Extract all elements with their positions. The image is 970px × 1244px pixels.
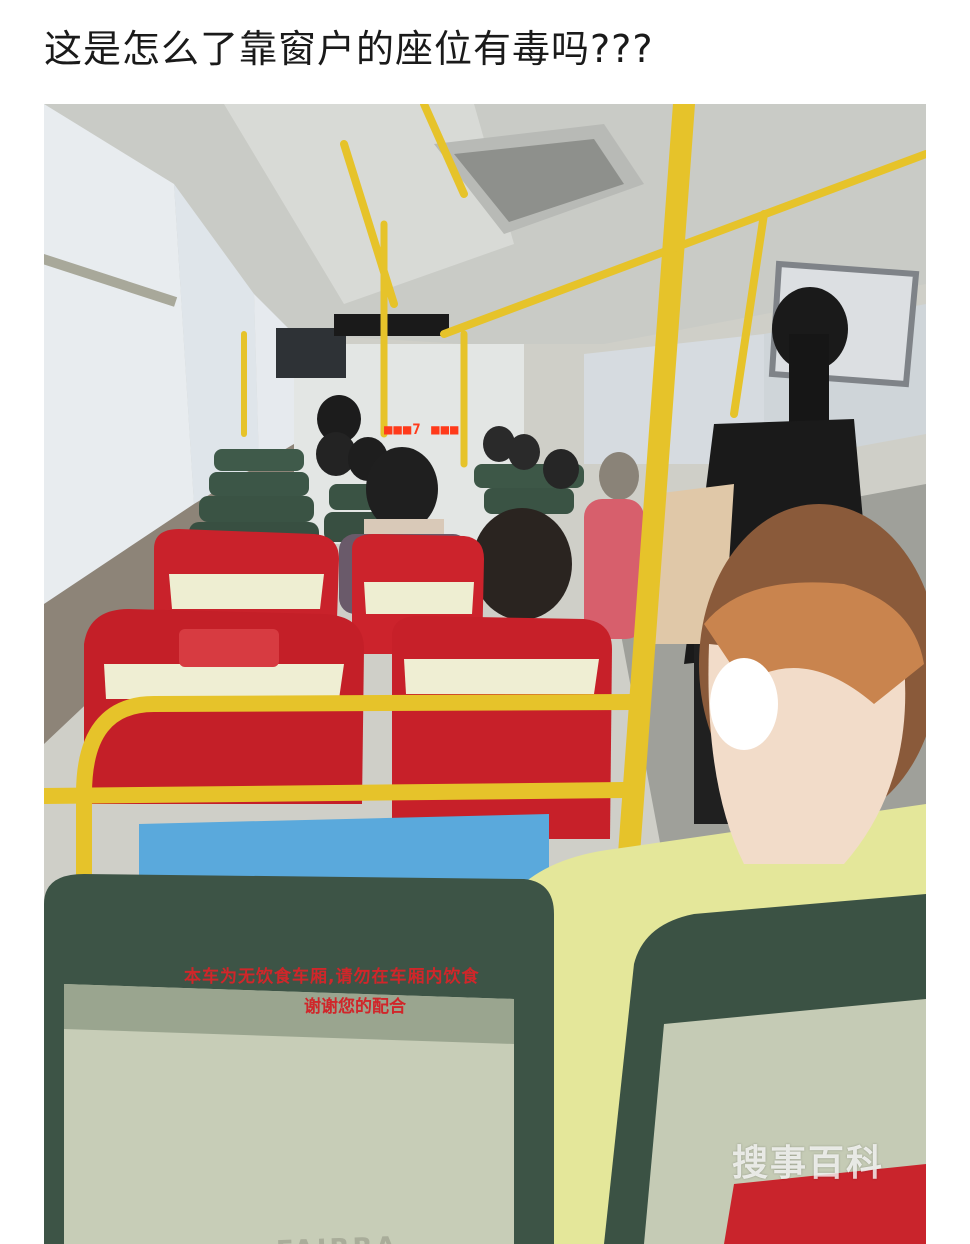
post-title: 这是怎么了靠窗户的座位有毒吗??? bbox=[44, 27, 654, 71]
led-route-display: ■■■7 ■■■ bbox=[384, 422, 460, 438]
face-mask bbox=[710, 658, 778, 750]
seat-ad-card bbox=[179, 629, 279, 667]
led-sign bbox=[334, 314, 449, 336]
no-food-sign-line1: 本车为无饮食车厢,请勿在车厢内饮食 bbox=[184, 967, 480, 987]
bus-interior-photo: ■■■7 ■■■ 本车为无饮食车厢,请勿在车厢内饮食 谢谢您的配合 FAIRRA… bbox=[44, 104, 926, 1244]
watermark: 搜事百科 bbox=[731, 1143, 884, 1184]
no-food-sign-line2: 谢谢您的配合 bbox=[304, 997, 406, 1017]
